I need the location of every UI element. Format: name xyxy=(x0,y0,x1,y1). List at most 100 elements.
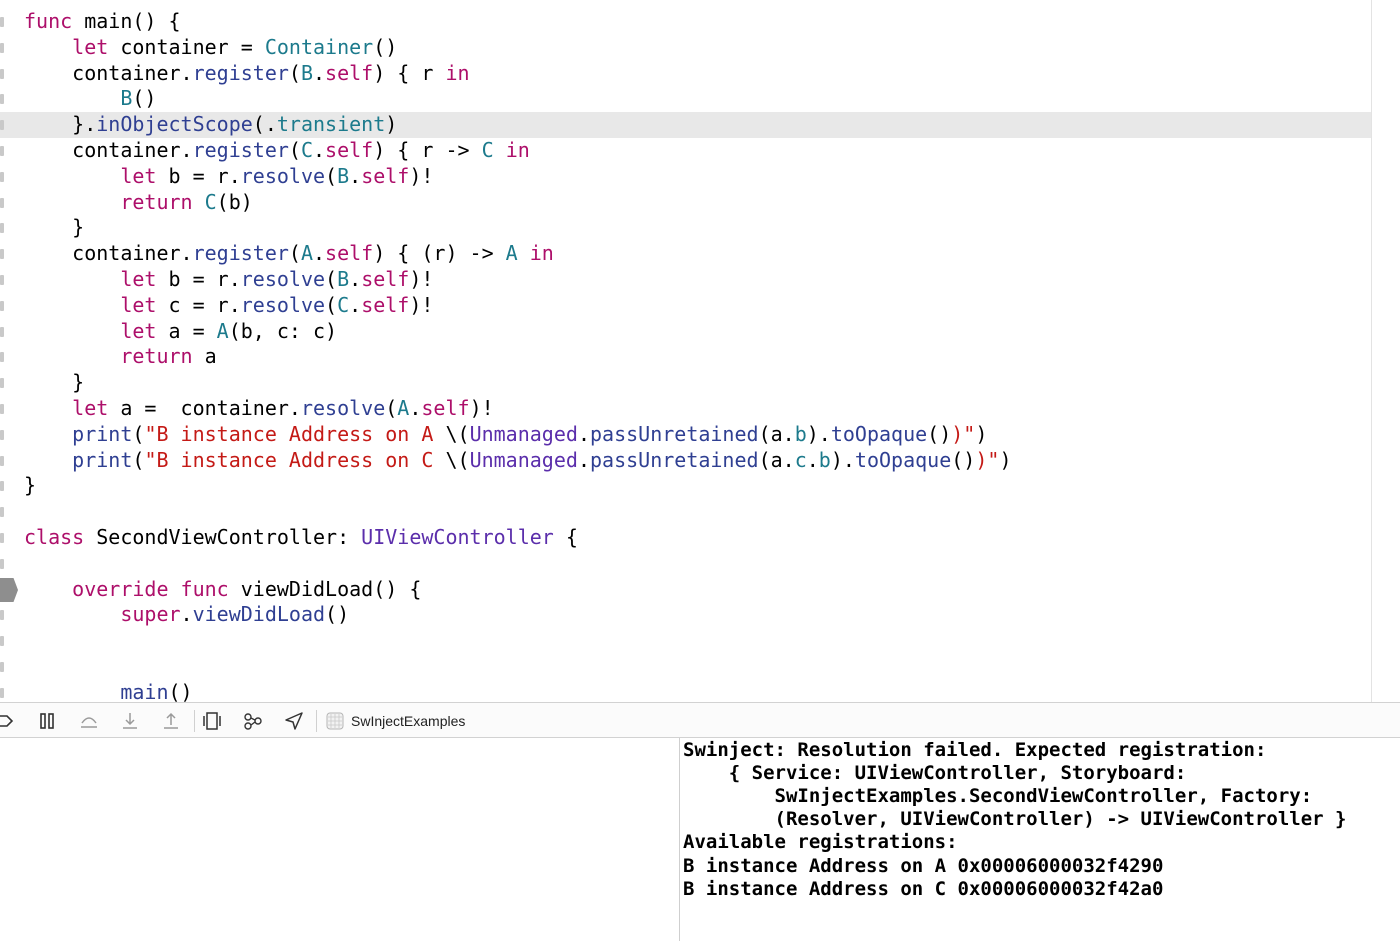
scheme-label[interactable]: SwInjectExamples xyxy=(351,712,465,730)
step-out-icon[interactable] xyxy=(160,710,182,732)
code-line[interactable]: let a = A(b, c: c) xyxy=(0,319,1371,345)
code-line[interactable]: return C(b) xyxy=(0,190,1371,216)
variables-view[interactable] xyxy=(0,738,679,941)
code-line[interactable]: } xyxy=(0,370,1371,396)
line-number-gutter[interactable] xyxy=(0,481,4,492)
code-token: \( xyxy=(445,447,470,472)
code-line[interactable]: container.register(C.self) { r -> C in xyxy=(0,138,1371,164)
line-number-gutter[interactable] xyxy=(0,636,4,647)
line-number-gutter[interactable] xyxy=(0,42,4,53)
code-token: resolve xyxy=(240,163,326,188)
line-number-gutter[interactable] xyxy=(0,146,4,156)
code-line[interactable]: class SecondViewController: UIViewContro… xyxy=(0,525,1371,551)
line-number-gutter[interactable] xyxy=(0,326,4,337)
code-token: (a. xyxy=(758,421,795,446)
code-line[interactable]: B() xyxy=(0,86,1371,112)
code-token: b = r. xyxy=(156,267,241,291)
location-icon[interactable] xyxy=(283,710,305,732)
line-number-gutter[interactable] xyxy=(0,68,4,79)
console-line: { Service: UIViewController, Storyboard: xyxy=(683,762,1187,785)
line-number-gutter[interactable] xyxy=(0,429,4,440)
line-number-gutter[interactable] xyxy=(0,558,4,569)
code-token: main xyxy=(120,679,169,702)
line-number-gutter[interactable] xyxy=(0,455,4,466)
code-token: C xyxy=(481,138,494,162)
code-line[interactable]: print("B instance Address on A \(Unmanag… xyxy=(0,422,1371,448)
code-line[interactable] xyxy=(0,551,1371,577)
code-token: ( xyxy=(325,163,338,188)
code-line[interactable]: let a = container.resolve(A.self)! xyxy=(0,396,1371,422)
code-token: ). xyxy=(806,421,831,446)
line-number-gutter[interactable] xyxy=(0,171,4,182)
code-token: container. xyxy=(24,241,193,266)
code-token: transient xyxy=(276,112,386,137)
code-line[interactable]: container.register(B.self) { r in xyxy=(0,61,1371,87)
breakpoints-toggle-icon[interactable] xyxy=(0,710,16,732)
code-line[interactable]: } xyxy=(0,215,1371,241)
line-number-gutter[interactable] xyxy=(0,404,4,414)
code-token: self xyxy=(361,267,410,291)
code-token: resolve xyxy=(240,267,326,291)
line-number-gutter[interactable] xyxy=(0,687,4,698)
code-line[interactable]: }.inObjectScope(.transient) xyxy=(0,112,1371,138)
code-line[interactable] xyxy=(0,654,1371,680)
code-token: register xyxy=(192,241,289,266)
code-token: return xyxy=(120,189,193,214)
code-token: B xyxy=(337,163,350,188)
line-number-gutter[interactable] xyxy=(0,352,4,363)
line-number-gutter[interactable] xyxy=(0,197,4,208)
code-token: passUnretained xyxy=(589,447,759,472)
line-number-gutter[interactable] xyxy=(0,249,4,260)
line-number-gutter[interactable] xyxy=(0,223,4,234)
code-line[interactable]: let container = Container() xyxy=(0,35,1371,61)
code-token: } xyxy=(24,215,85,240)
line-number-gutter[interactable] xyxy=(0,300,4,311)
code-text: let a = A(b, c: c) xyxy=(24,319,337,345)
console-output[interactable]: Swinject: Resolution failed. Expected re… xyxy=(680,738,1400,941)
code-token: self xyxy=(361,292,410,317)
pause-icon[interactable] xyxy=(36,710,58,732)
line-number-gutter[interactable] xyxy=(0,533,4,543)
code-token: ) xyxy=(385,112,398,137)
line-number-gutter[interactable] xyxy=(0,120,4,131)
code-token: Unmanaged xyxy=(469,421,578,446)
code-line[interactable]: let b = r.resolve(B.self)! xyxy=(0,267,1371,293)
line-number-gutter[interactable] xyxy=(0,378,4,389)
code-line[interactable]: main() xyxy=(0,680,1371,702)
code-token: self xyxy=(325,241,374,266)
code-line[interactable]: let b = r.resolve(B.self)! xyxy=(0,164,1371,190)
code-editor[interactable]: func main() { let container = Container(… xyxy=(0,0,1372,702)
code-line[interactable]: container.register(A.self) { (r) -> A in xyxy=(0,241,1371,267)
line-number-gutter[interactable] xyxy=(0,610,4,621)
code-line[interactable]: print("B instance Address on C \(Unmanag… xyxy=(0,448,1371,474)
code-text: main() xyxy=(24,679,192,702)
code-line[interactable]: let c = r.resolve(C.self)! xyxy=(0,293,1371,319)
code-token: class xyxy=(24,525,85,549)
line-number-gutter[interactable] xyxy=(0,507,4,518)
memory-graph-icon[interactable] xyxy=(242,710,264,732)
line-number-gutter[interactable] xyxy=(0,17,4,27)
code-line[interactable]: } xyxy=(0,473,1371,499)
code-line[interactable]: super.viewDidLoad() xyxy=(0,602,1371,628)
code-token: (b, c: c) xyxy=(228,318,338,343)
code-line[interactable] xyxy=(0,628,1371,654)
line-number-gutter[interactable] xyxy=(0,94,4,105)
code-text: override func viewDidLoad() { xyxy=(24,577,421,603)
code-token: Container xyxy=(264,34,374,59)
line-number-gutter[interactable] xyxy=(0,662,4,672)
code-line[interactable]: override func viewDidLoad() { xyxy=(0,577,1371,603)
step-into-icon[interactable] xyxy=(119,710,141,732)
code-token: toOpaque xyxy=(830,421,928,446)
console-line: B instance Address on A 0x00006000032f42… xyxy=(683,854,1164,877)
line-number-gutter[interactable] xyxy=(0,275,4,285)
step-over-icon[interactable] xyxy=(78,710,100,732)
code-line[interactable] xyxy=(0,499,1371,525)
code-line[interactable]: func main() { xyxy=(0,9,1371,35)
code-line[interactable]: return a xyxy=(0,344,1371,370)
code-token: toOpaque xyxy=(854,447,952,472)
view-hierarchy-icon[interactable] xyxy=(201,710,223,732)
